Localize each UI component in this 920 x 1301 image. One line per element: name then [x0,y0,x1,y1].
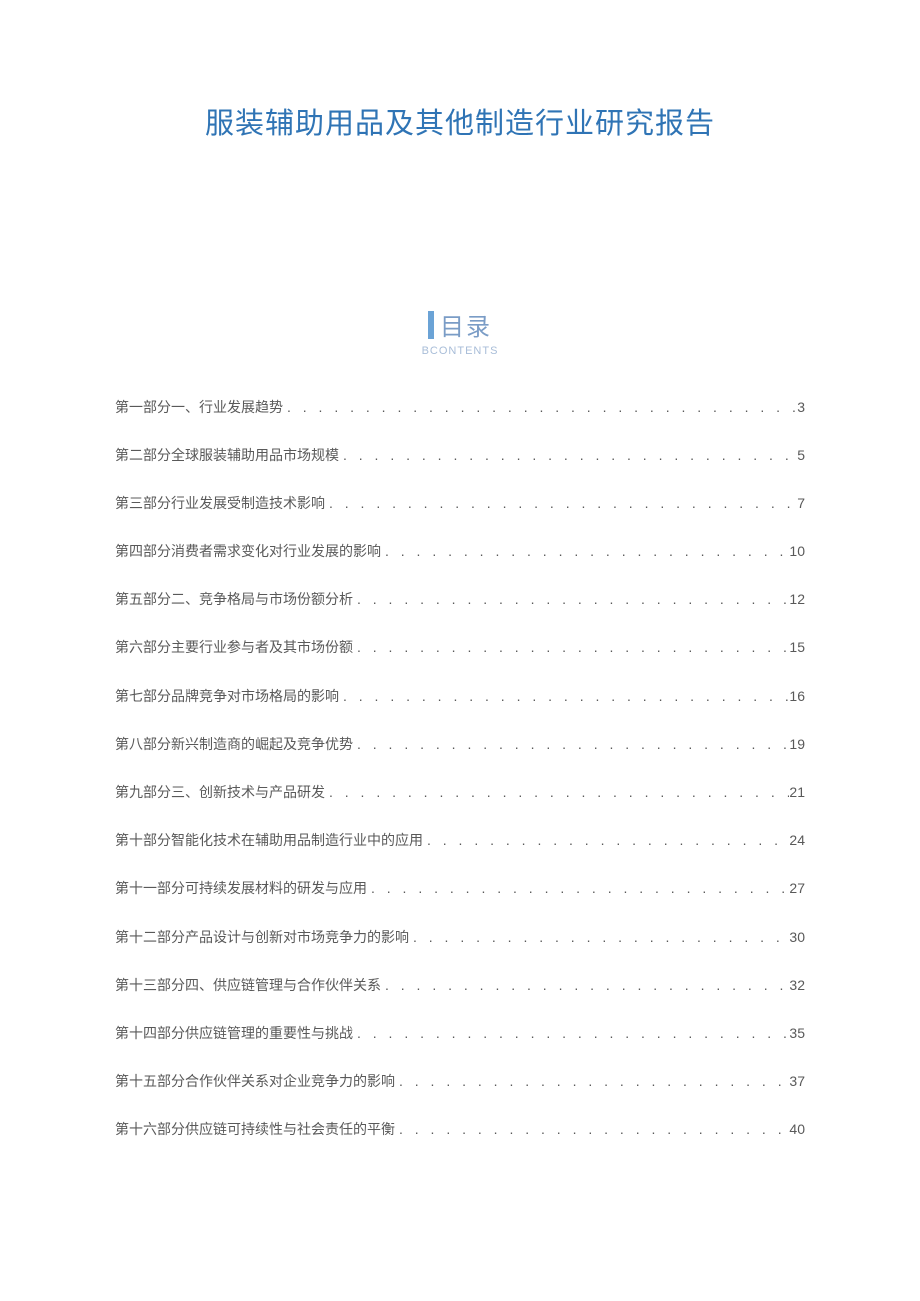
toc-leader [395,1073,789,1089]
toc-entry[interactable]: 第八部分新兴制造商的崛起及竞争优势 19 [115,734,805,754]
toc-entry-page: 30 [789,929,805,945]
toc-leader [353,639,789,655]
toc-entry-page: 27 [789,880,805,896]
toc-entry-page: 35 [789,1025,805,1041]
toc-entry[interactable]: 第五部分二、竞争格局与市场份额分析 12 [115,589,805,609]
toc-leader [381,977,789,993]
toc-entry-page: 21 [789,784,805,800]
toc-entry-text: 第十六部分供应链可持续性与社会责任的平衡 [115,1119,395,1139]
toc-leader [409,929,789,945]
toc-entry[interactable]: 第九部分三、创新技术与产品研发 21 [115,782,805,802]
toc-entry-text: 第五部分二、竞争格局与市场份额分析 [115,589,353,609]
toc-entry-text: 第十一部分可持续发展材料的研发与应用 [115,878,367,898]
toc-entry-text: 第十二部分产品设计与创新对市场竞争力的影响 [115,927,409,947]
toc-entry[interactable]: 第一部分一、行业发展趋势 3 [115,397,805,417]
toc-entry-page: 5 [797,447,805,463]
toc-subtitle: BCONTENTS [115,345,805,357]
toc-entry-page: 24 [789,832,805,848]
toc-leader [381,543,789,559]
toc-title: 目录 [440,307,492,342]
toc-entry[interactable]: 第十四部分供应链管理的重要性与挑战 35 [115,1023,805,1043]
toc-entry-page: 37 [789,1073,805,1089]
toc-bar-icon [428,311,434,339]
toc-entry-text: 第十五部分合作伙伴关系对企业竞争力的影响 [115,1071,395,1091]
toc-entry-page: 40 [789,1121,805,1137]
toc-entry[interactable]: 第十五部分合作伙伴关系对企业竞争力的影响 37 [115,1071,805,1091]
toc-entry[interactable]: 第十一部分可持续发展材料的研发与应用 27 [115,878,805,898]
toc-leader [367,880,789,896]
toc-entry-page: 12 [789,591,805,607]
toc-leader [353,1025,789,1041]
toc-entry-page: 7 [797,495,805,511]
toc-leader [339,447,797,463]
toc-list: 第一部分一、行业发展趋势 3 第二部分全球服装辅助用品市场规模 5 第三部分行业发展受制… [115,397,805,1140]
toc-entry-page: 32 [789,977,805,993]
toc-entry-page: 16 [789,688,805,704]
toc-entry-page: 10 [789,543,805,559]
toc-entry[interactable]: 第六部分主要行业参与者及其市场份额 15 [115,637,805,657]
toc-entry-text: 第四部分消费者需求变化对行业发展的影响 [115,541,381,561]
toc-entry-text: 第六部分主要行业参与者及其市场份额 [115,637,353,657]
toc-entry-page: 15 [789,639,805,655]
toc-leader [339,688,789,704]
toc-entry-text: 第一部分一、行业发展趋势 [115,397,283,417]
toc-leader [283,399,797,415]
toc-entry-text: 第十三部分四、供应链管理与合作伙伴关系 [115,975,381,995]
toc-leader [353,736,789,752]
toc-entry-page: 19 [789,736,805,752]
document-title: 服装辅助用品及其他制造行业研究报告 [115,100,805,142]
toc-entry-text: 第七部分品牌竞争对市场格局的影响 [115,686,339,706]
toc-entry[interactable]: 第三部分行业发展受制造技术影响 7 [115,493,805,513]
toc-entry-text: 第十四部分供应链管理的重要性与挑战 [115,1023,353,1043]
toc-entry[interactable]: 第十六部分供应链可持续性与社会责任的平衡 40 [115,1119,805,1139]
toc-leader [325,784,789,800]
toc-entry[interactable]: 第十部分智能化技术在辅助用品制造行业中的应用 24 [115,830,805,850]
toc-header: 目录 BCONTENTS [115,307,805,357]
toc-entry[interactable]: 第七部分品牌竞争对市场格局的影响 16 [115,686,805,706]
toc-entry-page: 3 [797,399,805,415]
toc-leader [423,832,789,848]
toc-entry-text: 第十部分智能化技术在辅助用品制造行业中的应用 [115,830,423,850]
toc-leader [325,495,797,511]
toc-entry-text: 第九部分三、创新技术与产品研发 [115,782,325,802]
toc-entry-text: 第三部分行业发展受制造技术影响 [115,493,325,513]
toc-leader [395,1121,789,1137]
toc-entry[interactable]: 第十二部分产品设计与创新对市场竞争力的影响 30 [115,927,805,947]
toc-leader [353,591,789,607]
toc-entry[interactable]: 第二部分全球服装辅助用品市场规模 5 [115,445,805,465]
toc-entry-text: 第八部分新兴制造商的崛起及竞争优势 [115,734,353,754]
toc-entry-text: 第二部分全球服装辅助用品市场规模 [115,445,339,465]
toc-entry[interactable]: 第四部分消费者需求变化对行业发展的影响 10 [115,541,805,561]
toc-entry[interactable]: 第十三部分四、供应链管理与合作伙伴关系 32 [115,975,805,995]
